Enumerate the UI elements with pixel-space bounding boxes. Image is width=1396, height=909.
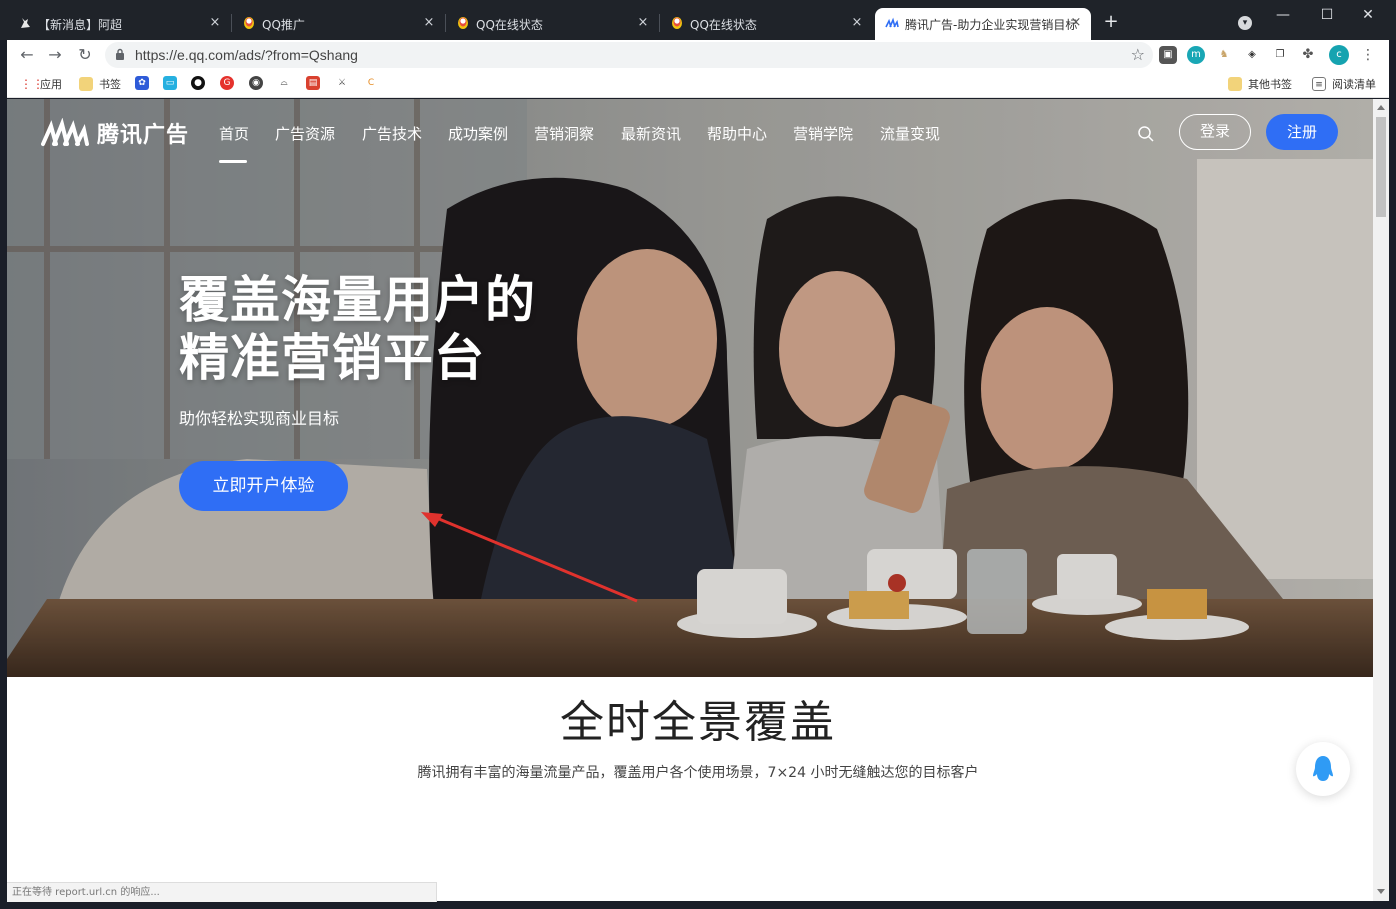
g-red-icon[interactable]: G (220, 76, 234, 90)
section-title: 全时全景覆盖 (560, 697, 836, 748)
circle-logo-icon[interactable]: ◉ (249, 76, 263, 90)
tab-title: 腾讯广告-助力企业实现营销目标 (905, 17, 1078, 32)
login-button[interactable]: 登录 (1179, 114, 1251, 150)
github-icon[interactable]: ● (191, 76, 205, 90)
bookmark-other[interactable]: 其他书签 (1228, 76, 1292, 92)
site-logo[interactable]: 腾讯广告 (41, 117, 189, 149)
browser-titlebar: 【新消息】阿超 × QQ推广 × QQ在线状态 × QQ在线状态 × 腾讯广告-… (0, 0, 1396, 40)
scroll-up-arrow-icon[interactable] (1377, 105, 1385, 110)
nav-home[interactable]: 首页 (219, 123, 249, 144)
hero-title-line-1: 覆盖海量用户的 (179, 271, 536, 329)
close-window-button[interactable]: ✕ (1353, 4, 1383, 26)
tencent-ads-favicon-icon (885, 17, 899, 28)
nav-help-center[interactable]: 帮助中心 (707, 123, 767, 144)
c-logo-icon[interactable]: C (364, 76, 378, 90)
qq-penguin-favicon-icon (672, 17, 682, 29)
back-arrow-icon[interactable]: ← (17, 45, 37, 65)
tab-search-icon[interactable]: ▾ (1238, 16, 1252, 30)
nav-ad-resources[interactable]: 广告资源 (275, 123, 335, 144)
bilibili-tv-icon[interactable]: ▭ (163, 76, 177, 90)
tab-3[interactable]: QQ在线状态 × (446, 8, 658, 40)
extension-copy-icon[interactable]: ❐ (1271, 46, 1289, 64)
bookmark-label: 其他书签 (1248, 78, 1292, 91)
tab-title: QQ推广 (262, 17, 305, 32)
tab-1[interactable]: 【新消息】阿超 × (8, 8, 230, 40)
rabbit-favicon-icon (21, 18, 30, 28)
hero-banner: 腾讯广告 首页 广告资源 广告技术 成功案例 营销洞察 最新资讯 帮助中心 营销… (7, 99, 1373, 677)
maximize-button[interactable]: ☐ (1312, 4, 1342, 26)
tab-close-icon[interactable]: × (206, 14, 224, 32)
sword-icon[interactable]: ⚔ (335, 76, 349, 90)
bookmark-label: 阅读清单 (1332, 78, 1376, 91)
tab-2[interactable]: QQ推广 × (232, 8, 444, 40)
status-bar: 正在等待 report.url.cn 的响应... (7, 882, 437, 902)
tab-title: QQ在线状态 (690, 17, 757, 32)
bookmark-apps[interactable]: ⋮⋮ 应用 (20, 76, 62, 92)
nav-active-indicator (219, 160, 247, 163)
hero-photo-illustration (7, 99, 1373, 677)
hero-subtitle: 助你轻松实现商业目标 (179, 409, 340, 428)
nav-marketing-academy[interactable]: 营销学院 (793, 123, 853, 144)
extension-shield-icon[interactable]: ◈ (1243, 46, 1261, 64)
section-subtitle: 腾讯拥有丰富的海量流量产品，覆盖用户各个使用场景，7×24 小时无缝触达您的目标… (417, 765, 979, 781)
menu-kebab-icon[interactable]: ⋮ (1359, 46, 1377, 64)
bookmark-label: 应用 (40, 78, 62, 91)
profile-avatar[interactable]: c (1329, 45, 1349, 65)
open-account-button[interactable]: 立即开户体验 (179, 461, 348, 511)
tab-4[interactable]: QQ在线状态 × (660, 8, 872, 40)
nav-success-cases[interactable]: 成功案例 (448, 123, 508, 144)
nav-marketing-insights[interactable]: 营销洞察 (534, 123, 594, 144)
folder-icon (1228, 77, 1242, 91)
scroll-thumb[interactable] (1376, 117, 1386, 217)
scroll-down-arrow-icon[interactable] (1377, 889, 1385, 894)
tencent-ads-logo-icon (41, 118, 89, 146)
page-scrollbar[interactable] (1373, 99, 1389, 901)
tab-title: QQ在线状态 (476, 17, 543, 32)
folder-icon (79, 77, 93, 91)
extension-cat-icon[interactable]: ♞ (1215, 46, 1233, 64)
forward-arrow-icon[interactable]: → (45, 45, 65, 65)
reload-icon[interactable]: ↻ (75, 45, 95, 65)
address-bar[interactable]: https://e.qq.com/ads/?from=Qshang ☆ (105, 42, 1153, 68)
register-button[interactable]: 注册 (1266, 114, 1338, 150)
hero-title-line-2: 精准营销平台 (179, 329, 485, 387)
nav-traffic-monetization[interactable]: 流量变现 (880, 123, 940, 144)
browser-toolbar: ← → ↻ https://e.qq.com/ads/?from=Qshang … (7, 40, 1389, 70)
reading-list[interactable]: ≡ 阅读清单 (1312, 76, 1376, 92)
hero-title: 覆盖海量用户的 精准营销平台 (179, 271, 536, 387)
extension-video-icon[interactable]: ▣ (1159, 46, 1177, 64)
qq-penguin-favicon-icon (244, 17, 254, 29)
tab-5-active[interactable]: 腾讯广告-助力企业实现营销目标 × (875, 8, 1091, 40)
apps-grid-icon: ⋮⋮ (20, 77, 44, 91)
new-tab-button[interactable]: + (1100, 12, 1122, 34)
tab-close-icon[interactable]: × (420, 14, 438, 32)
tab-close-icon[interactable]: × (1067, 14, 1085, 32)
reading-list-icon: ≡ (1312, 77, 1326, 91)
search-icon[interactable] (1137, 125, 1155, 143)
minimize-button[interactable]: — (1268, 4, 1298, 26)
logo-text: 腾讯广告 (97, 123, 190, 148)
bookmark-label: 书签 (99, 78, 121, 91)
site-header: 腾讯广告 首页 广告资源 广告技术 成功案例 营销洞察 最新资讯 帮助中心 营销… (7, 99, 1373, 167)
nav-latest-news[interactable]: 最新资讯 (621, 123, 681, 144)
baidu-paw-icon[interactable]: ✿ (135, 76, 149, 90)
tab-close-icon[interactable]: × (848, 14, 866, 32)
url-text[interactable]: https://e.qq.com/ads/?from=Qshang (135, 47, 358, 63)
bookmark-folder[interactable]: 书签 (79, 76, 121, 92)
tab-close-icon[interactable]: × (634, 14, 652, 32)
bookmark-star-icon[interactable]: ☆ (1131, 45, 1145, 64)
qq-penguin-favicon-icon (458, 17, 468, 29)
extensions-puzzle-icon[interactable]: ✤ (1299, 46, 1317, 64)
hat-icon[interactable]: ⌓ (277, 76, 291, 90)
tab-title: 【新消息】阿超 (38, 17, 123, 32)
nav-ad-tech[interactable]: 广告技术 (362, 123, 422, 144)
lock-icon (116, 48, 124, 60)
red-box-icon[interactable]: ▤ (306, 76, 320, 90)
bookmarks-bar: ⋮⋮ 应用 书签 ✿ ▭ ● G ◉ ⌓ ▤ ⚔ C 其他书签 ≡ 阅读清单 (7, 70, 1389, 98)
extension-m-icon[interactable]: m (1187, 46, 1205, 64)
